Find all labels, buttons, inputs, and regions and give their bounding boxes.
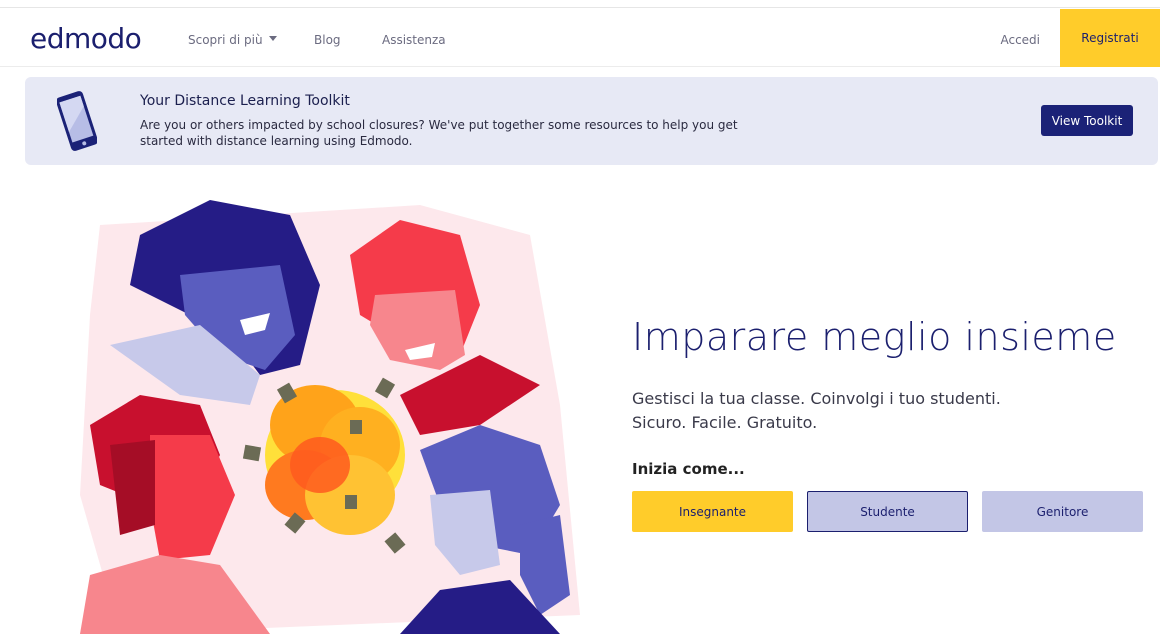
teacher-button[interactable]: Insegnante	[632, 491, 793, 532]
caret-down-icon	[268, 36, 277, 41]
browser-top-edge	[0, 0, 1160, 8]
register-button[interactable]: Registrati	[1060, 9, 1160, 67]
top-navigation: edmodo Scopri di più Blog Assistenza Acc…	[0, 9, 1160, 67]
banner-description: Are you or others impacted by school clo…	[140, 118, 738, 148]
hero-subtitle: Gestisci la tua classe. Coinvolgi i tuo …	[632, 387, 1001, 435]
view-toolkit-button[interactable]: View Toolkit	[1041, 105, 1133, 136]
nav-discover-label: Scopri di più	[188, 33, 263, 47]
edmodo-logo[interactable]: edmodo	[30, 22, 142, 55]
banner-title: Your Distance Learning Toolkit	[140, 93, 350, 109]
start-as-label: Inizia come...	[632, 460, 745, 478]
nav-help-link[interactable]: Assistenza	[382, 33, 446, 47]
distance-learning-banner: Your Distance Learning Toolkit Are you o…	[25, 77, 1158, 165]
hero-subtitle-line-1: Gestisci la tua classe. Coinvolgi i tuo …	[632, 389, 1001, 408]
student-button[interactable]: Studente	[807, 491, 968, 532]
hero-title: Imparare meglio insieme	[632, 315, 1117, 359]
students-lightbulbs-illustration	[80, 200, 580, 634]
parent-button[interactable]: Genitore	[982, 491, 1143, 532]
hero-subtitle-line-2: Sicuro. Facile. Gratuito.	[632, 413, 818, 432]
login-link[interactable]: Accedi	[1000, 33, 1040, 47]
tablet-icon	[57, 91, 97, 151]
nav-blog-link[interactable]: Blog	[314, 33, 341, 47]
nav-discover-dropdown[interactable]: Scopri di più	[188, 33, 277, 47]
